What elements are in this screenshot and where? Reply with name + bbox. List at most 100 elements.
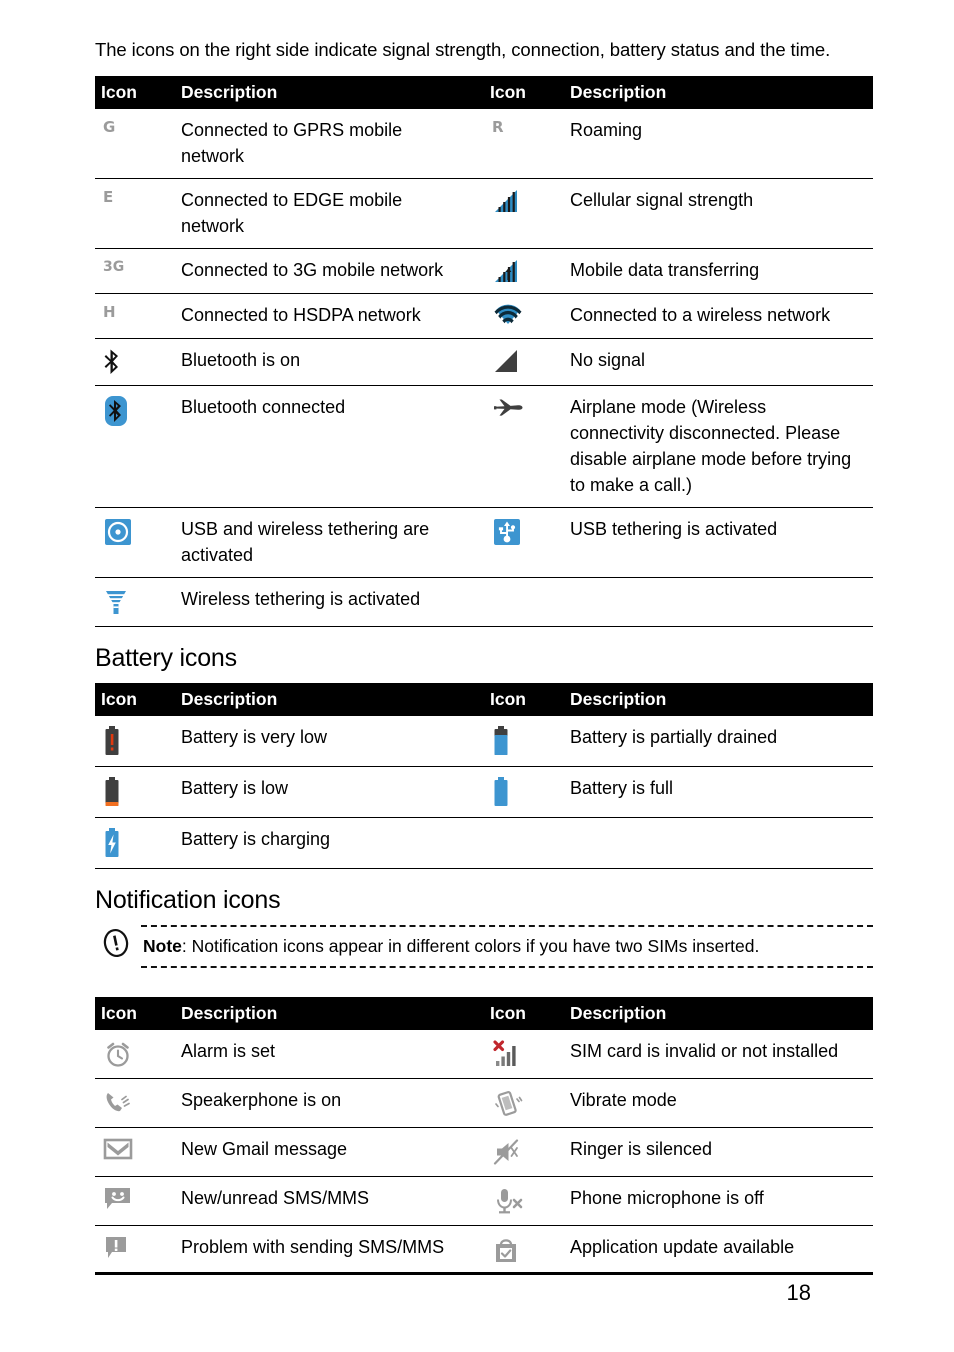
header-description-left: Description xyxy=(181,997,484,1030)
icon-cell xyxy=(95,338,181,386)
header-description-right: Description xyxy=(570,683,873,716)
description-cell: Connected to HSDPA network xyxy=(181,293,484,339)
description-cell: Bluetooth connected xyxy=(181,385,484,508)
table-row: USB and wireless tethering are activated xyxy=(95,507,873,578)
description-cell: Roaming xyxy=(570,109,873,179)
battery-charging-icon xyxy=(103,827,121,859)
description-cell: Connected to 3G mobile network xyxy=(181,248,484,294)
table-row: Battery is charging xyxy=(95,817,873,869)
description-cell xyxy=(570,817,873,869)
description-cell: Battery is very low xyxy=(181,716,484,767)
sms-unread-icon xyxy=(103,1186,133,1212)
bluetooth-on-icon xyxy=(103,348,123,376)
description-cell: New/unread SMS/MMS xyxy=(181,1176,484,1226)
icon-cell xyxy=(484,1176,570,1226)
battery-icons-heading: Battery icons xyxy=(95,644,237,672)
description-cell: Bluetooth is on xyxy=(181,338,484,386)
sim-invalid-icon xyxy=(492,1039,524,1069)
table-row: Wireless tethering is activated xyxy=(95,577,873,627)
icon-cell xyxy=(484,1225,570,1275)
document-page: The icons on the right side indicate sig… xyxy=(0,0,954,1352)
no-signal-icon xyxy=(492,348,520,374)
description-cell: Phone microphone is off xyxy=(570,1176,873,1226)
note-text: Note: Notification icons appear in diffe… xyxy=(141,934,873,958)
intro-paragraph: The icons on the right side indicate sig… xyxy=(95,39,831,60)
battery-table-header: Icon Description Icon Description xyxy=(95,683,873,716)
icon-cell xyxy=(484,248,570,294)
note-body: Note: Notification icons appear in diffe… xyxy=(141,925,873,968)
description-cell: Wireless tethering is activated xyxy=(181,577,484,627)
description-cell: Ringer is silenced xyxy=(570,1127,873,1177)
header-description-right: Description xyxy=(570,997,873,1030)
icon-cell xyxy=(484,1030,570,1079)
three-g-letter-icon: 3G xyxy=(103,259,125,275)
page-content: The icons on the right side indicate sig… xyxy=(95,36,873,1275)
description-cell: Alarm is set xyxy=(181,1030,484,1079)
description-cell: USB and wireless tethering are activated xyxy=(181,507,484,578)
icon-cell xyxy=(95,716,181,767)
note-exclamation-icon xyxy=(101,927,131,959)
icon-cell: E xyxy=(95,178,181,249)
description-cell: Battery is charging xyxy=(181,817,484,869)
description-cell: Application update available xyxy=(570,1225,873,1275)
note-callout: Note: Notification icons appear in diffe… xyxy=(95,925,873,983)
airplane-mode-icon xyxy=(492,395,524,421)
note-label: Note xyxy=(143,936,182,956)
table-row: E Connected to EDGE mobile network Cellu… xyxy=(95,178,873,249)
header-description-right: Description xyxy=(570,76,873,109)
icon-cell xyxy=(95,766,181,818)
description-cell: Connected to a wireless network xyxy=(570,293,873,339)
page-footer: 18 xyxy=(95,1272,873,1308)
hsdpa-h-letter-icon: H xyxy=(103,303,116,321)
note-message: Notification icons appear in different c… xyxy=(191,936,760,956)
header-description-left: Description xyxy=(181,683,484,716)
description-cell: Cellular signal strength xyxy=(570,178,873,249)
icon-cell xyxy=(95,1176,181,1226)
table-row: Bluetooth is on No signal xyxy=(95,338,873,386)
header-icon-right: Icon xyxy=(484,997,570,1030)
vibrate-mode-icon xyxy=(492,1088,524,1118)
icon-cell xyxy=(95,385,181,508)
sms-problem-icon xyxy=(103,1235,133,1261)
icon-cell xyxy=(95,507,181,578)
description-cell: Airplane mode (Wireless connectivity dis… xyxy=(570,385,873,508)
icon-cell xyxy=(484,1078,570,1128)
icon-cell xyxy=(484,338,570,386)
icon-cell: G xyxy=(95,109,181,179)
icon-cell xyxy=(95,1030,181,1079)
description-cell: New Gmail message xyxy=(181,1127,484,1177)
battery-full-icon xyxy=(492,776,510,808)
app-update-icon xyxy=(492,1235,520,1265)
icon-cell xyxy=(484,577,570,627)
bluetooth-connected-icon xyxy=(103,395,129,427)
icon-cell xyxy=(484,1127,570,1177)
header-icon-right: Icon xyxy=(484,683,570,716)
description-cell: Vibrate mode xyxy=(570,1078,873,1128)
description-cell: Problem with sending SMS/MMS xyxy=(181,1225,484,1275)
battery-partially-drained-icon xyxy=(492,725,510,757)
status-icons-table: Icon Description Icon Description G Conn… xyxy=(95,76,873,627)
table-row: Battery is very low Battery is partially… xyxy=(95,716,873,767)
icon-cell xyxy=(484,817,570,869)
icon-cell xyxy=(95,1225,181,1275)
icon-cell xyxy=(95,817,181,869)
usb-wireless-tethering-icon xyxy=(103,517,133,547)
icon-cell: 3G xyxy=(95,248,181,294)
header-icon-left: Icon xyxy=(95,683,181,716)
description-cell: Battery is full xyxy=(570,766,873,818)
table-row: New Gmail message Ringer is silenced xyxy=(95,1127,873,1177)
mobile-data-transfer-bars-icon xyxy=(492,258,520,284)
table-row: G Connected to GPRS mobile network R Roa… xyxy=(95,109,873,179)
table-row: Alarm is set SIM card is invalid or not … xyxy=(95,1030,873,1079)
note-separator: : xyxy=(181,936,192,956)
ringer-silenced-icon xyxy=(492,1137,522,1167)
edge-e-letter-icon: E xyxy=(103,188,114,206)
wireless-tethering-icon xyxy=(103,587,129,617)
battery-low-icon xyxy=(103,776,121,808)
cellular-signal-bars-icon xyxy=(492,188,520,214)
battery-icons-table: Icon Description Icon Description Batter… xyxy=(95,683,873,869)
icon-cell: R xyxy=(484,109,570,179)
gprs-g-letter-icon: G xyxy=(103,118,116,136)
icon-cell xyxy=(484,507,570,578)
table-row: Battery is low Battery is full xyxy=(95,766,873,818)
